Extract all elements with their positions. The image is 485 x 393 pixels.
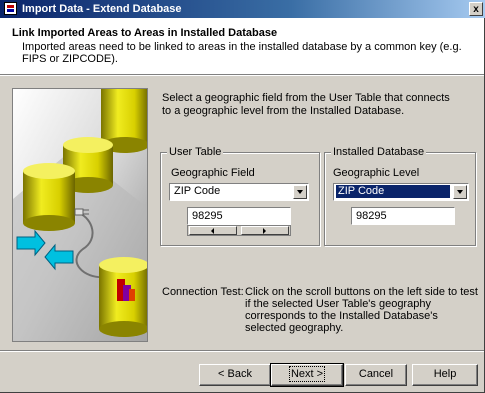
geographic-field-value: ZIP Code <box>174 185 221 197</box>
header-title: Link Imported Areas to Areas in Installe… <box>12 27 278 39</box>
next-button-label: Next > <box>288 366 326 382</box>
scroll-left-button[interactable] <box>189 226 237 235</box>
wizard-header: Link Imported Areas to Areas in Installe… <box>0 18 484 75</box>
chevron-down-icon[interactable] <box>293 185 307 199</box>
geographic-level-label: Geographic Level <box>333 167 420 179</box>
user-table-group: User Table Geographic Field ZIP Code 982… <box>160 146 320 246</box>
user-table-group-label: User Table <box>167 146 224 158</box>
database-link-illustration <box>13 89 147 341</box>
connection-test-text: Click on the scroll buttons on the left … <box>245 286 478 334</box>
header-divider <box>0 75 484 76</box>
instruction-text: Select a geographic field from the User … <box>162 92 450 117</box>
import-data-dialog: Import Data - Extend Database x Link Imp… <box>0 0 485 393</box>
geographic-level-value: ZIP Code <box>336 185 450 198</box>
geographic-level-select[interactable]: ZIP Code <box>333 183 469 201</box>
geographic-field-select[interactable]: ZIP Code <box>169 183 309 201</box>
scroll-right-button[interactable] <box>241 226 289 235</box>
cancel-button-label: Cancel <box>358 368 394 380</box>
wizard-illustration <box>12 88 148 342</box>
installed-database-value-field[interactable]: 98295 <box>351 207 455 225</box>
database-cylinder-left <box>23 163 75 231</box>
next-button[interactable]: Next > <box>270 363 344 387</box>
cancel-button[interactable]: Cancel <box>345 364 407 386</box>
title-bar: Import Data - Extend Database x <box>0 0 485 18</box>
installed-database-group-label: Installed Database <box>331 146 427 158</box>
geographic-field-label: Geographic Field <box>171 167 255 179</box>
user-table-scrollbar[interactable] <box>187 225 291 236</box>
database-cylinder-installed <box>99 257 147 337</box>
user-table-value-field[interactable]: 98295 <box>187 207 291 225</box>
footer-divider <box>0 350 484 352</box>
header-subtitle: Imported areas need to be linked to area… <box>22 41 462 65</box>
back-button-label: < Back <box>218 368 252 380</box>
app-icon <box>4 2 17 15</box>
connection-test-label: Connection Test: <box>162 286 244 298</box>
chevron-down-icon[interactable] <box>453 185 467 199</box>
installed-database-group: Installed Database Geographic Level ZIP … <box>324 146 476 246</box>
window-title: Import Data - Extend Database <box>22 3 182 15</box>
close-button[interactable]: x <box>469 2 483 16</box>
help-button-label: Help <box>433 368 457 380</box>
help-button[interactable]: Help <box>412 364 478 386</box>
back-button[interactable]: < Back <box>199 364 271 386</box>
